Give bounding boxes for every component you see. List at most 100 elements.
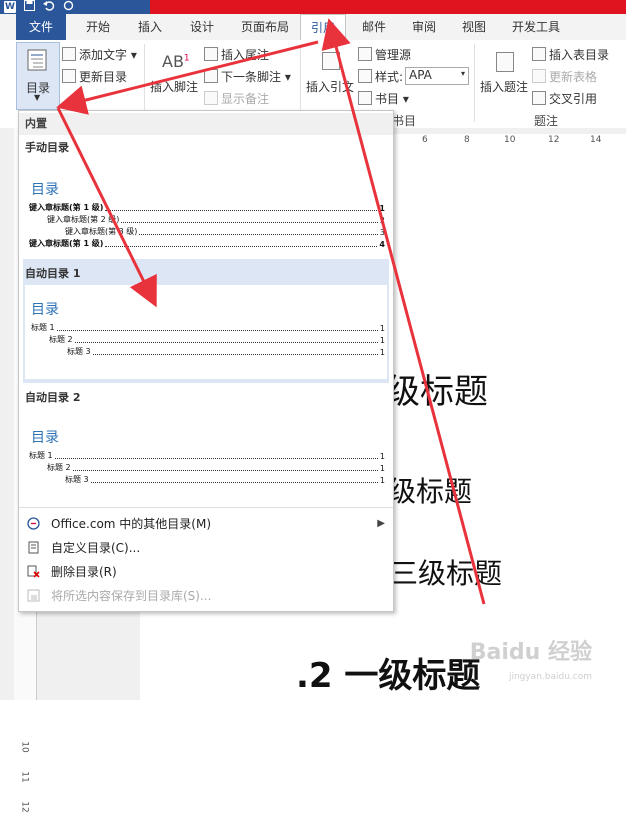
- style-label: 样式:: [375, 70, 404, 84]
- add-text-button[interactable]: 添加文字 ▾: [62, 46, 137, 63]
- next-footnote-icon: [204, 69, 218, 83]
- divider: [19, 507, 393, 508]
- bibliography-icon: [358, 91, 372, 105]
- citations-group-label: 书目: [392, 114, 417, 128]
- toc-entry-text: 标题 3: [65, 475, 89, 484]
- update-table-button[interactable]: 更新表格: [532, 68, 597, 85]
- manual-toc-gallery-item[interactable]: 目录 键入章标题(第 1 级) 1 键入章标题(第 2 级) 2 键入章标题(第 3…: [23, 157, 389, 257]
- captions-group-label: 题注: [534, 114, 559, 128]
- caption-icon: [496, 52, 514, 72]
- toc-preview-title: 目录: [31, 302, 59, 318]
- update-toc-label: 更新目录: [79, 70, 128, 84]
- toc-entry-text: 标题 1: [31, 323, 55, 332]
- quick-access-toolbar: W: [4, 0, 74, 14]
- toc-entry-page: 1: [379, 204, 385, 213]
- toc-entry-page: 1: [379, 336, 385, 345]
- custom-toc-menu-item[interactable]: 自定义目录(C)...: [19, 537, 393, 559]
- builtin-section-header: 内置: [19, 113, 393, 135]
- toc-entry-text: 标题 2: [47, 463, 71, 472]
- auto-toc-1-label: 自动目录 1: [25, 267, 81, 280]
- toc-entry-text: 标题 3: [67, 347, 91, 356]
- ruler-number: 12: [19, 801, 30, 813]
- insert-caption-button[interactable]: 插入题注: [478, 48, 530, 104]
- document-heading[interactable]: .2 一级标题: [296, 648, 480, 697]
- cross-reference-button[interactable]: 交叉引用: [532, 90, 597, 107]
- divider: [474, 44, 475, 122]
- show-notes-button[interactable]: 显示备注: [204, 90, 269, 107]
- next-footnote-label: 下一条脚注: [221, 70, 282, 84]
- toc-button[interactable]: 目录 ▼: [16, 42, 60, 110]
- style-dropdown[interactable]: APA ▾: [405, 67, 469, 85]
- remove-toc-menu-item[interactable]: 删除目录(R): [19, 561, 393, 583]
- tab-mailings[interactable]: 邮件: [352, 14, 396, 40]
- toc-entry-page: 3: [379, 228, 385, 237]
- title-bar: W: [0, 0, 626, 14]
- tab-home[interactable]: 开始: [76, 14, 120, 40]
- bibliography-button[interactable]: 书目 ▾: [358, 90, 409, 107]
- office-icon: [27, 517, 40, 530]
- document-heading[interactable]: 级标题: [388, 470, 472, 510]
- horizontal-ruler: 6 8 10 12 14: [392, 134, 626, 149]
- toc-icon: [27, 49, 47, 71]
- ruler-number: 11: [19, 771, 30, 783]
- show-notes-icon: [204, 91, 218, 105]
- document-heading[interactable]: 级标题: [386, 364, 488, 413]
- endnote-icon: [204, 47, 218, 61]
- delete-toc-icon: [27, 565, 40, 578]
- insert-endnote-label: 插入尾注: [221, 48, 270, 62]
- document-heading[interactable]: 三级标题: [390, 552, 502, 592]
- save-selection-label: 将所选内容保存到目录库(S)...: [51, 589, 212, 603]
- toc-entry-text: 键入章标题(第 1 级): [29, 239, 104, 248]
- undo-icon[interactable]: [43, 0, 55, 14]
- custom-toc-label: 自定义目录(C)...: [51, 541, 141, 555]
- update-toc-button[interactable]: 更新目录: [62, 68, 127, 85]
- insert-table-of-figures-button[interactable]: 插入表目录: [532, 46, 609, 63]
- more-toc-office-menu-item[interactable]: Office.com 中的其他目录(M) ▶: [19, 513, 393, 535]
- tab-file[interactable]: 文件: [16, 14, 66, 40]
- auto-toc-2-gallery-item[interactable]: 自动目录 2 目录 标题 1 1 标题 2 1 标题 3 1: [23, 383, 389, 501]
- ruler-number: 10: [504, 135, 516, 145]
- toc-entry-page: 1: [379, 476, 385, 485]
- toc-preview-title: 目录: [31, 430, 59, 446]
- insert-footnote-button[interactable]: AB1 插入脚注: [148, 48, 202, 104]
- toc-preview-entry: 标题 2 1: [49, 335, 385, 345]
- save-icon[interactable]: [24, 0, 35, 14]
- insert-endnote-button[interactable]: 插入尾注: [204, 46, 269, 63]
- add-text-icon: [62, 47, 76, 61]
- toc-preview-title: 目录: [31, 182, 59, 198]
- manage-sources-button[interactable]: 管理源: [358, 46, 411, 63]
- cross-reference-label: 交叉引用: [549, 92, 598, 106]
- redo-icon[interactable]: [63, 0, 74, 14]
- tab-developer[interactable]: 开发工具: [504, 14, 568, 40]
- ribbon-tabs: 文件 开始 插入 设计 页面布局 引用 邮件 审阅 视图 开发工具: [0, 14, 626, 42]
- insert-citation-button[interactable]: 插入引文: [304, 48, 356, 104]
- toc-preview-entry: 键入章标题(第 1 级) 1: [29, 203, 385, 213]
- next-footnote-button[interactable]: 下一条脚注 ▾: [204, 68, 291, 85]
- update-table-icon: [532, 69, 546, 83]
- tab-references[interactable]: 引用: [300, 14, 346, 42]
- submenu-arrow-icon: ▶: [377, 518, 385, 529]
- insert-caption-label: 插入题注: [480, 80, 529, 94]
- tab-design[interactable]: 设计: [180, 14, 224, 40]
- toc-entry-text: 标题 2: [49, 335, 73, 344]
- toc-preview-entry: 键入章标题(第 3 级) 3: [65, 227, 385, 237]
- ruler-number: 14: [590, 135, 602, 145]
- tab-insert[interactable]: 插入: [128, 14, 172, 40]
- insert-table-of-figures-label: 插入表目录: [549, 48, 610, 62]
- toc-preview-entry: 键入章标题(第 2 级) 2: [47, 215, 385, 225]
- tab-layout[interactable]: 页面布局: [232, 14, 298, 40]
- insert-footnote-label: 插入脚注: [150, 80, 199, 94]
- manage-sources-icon: [358, 47, 372, 61]
- auto-toc-1-gallery-item[interactable]: 自动目录 1 目录 标题 1 1 标题 2 1 标题 3 1: [23, 259, 389, 383]
- toc-entry-page: 1: [379, 452, 385, 461]
- toc-preview-entry: 标题 3 1: [67, 347, 385, 357]
- toc-entry-text: 键入章标题(第 1 级): [29, 203, 104, 212]
- ruler-number: 10: [19, 741, 30, 753]
- tab-review[interactable]: 审阅: [402, 14, 446, 40]
- save-selection-menu-item[interactable]: 将所选内容保存到目录库(S)...: [19, 585, 393, 607]
- ruler-number: 8: [464, 135, 470, 145]
- tab-view[interactable]: 视图: [452, 14, 496, 40]
- footnote-icon: AB1: [162, 52, 190, 71]
- title-highlight: [150, 0, 626, 14]
- toc-dropdown: 内置 手动目录 目录 键入章标题(第 1 级) 1 键入章标题(第 2 级) 2 键…: [18, 110, 394, 612]
